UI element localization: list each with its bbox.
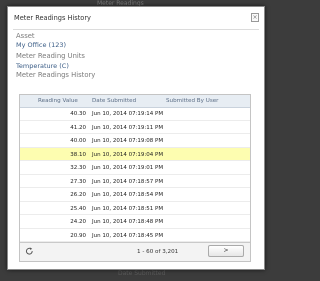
date-submitted-cell: Jun 10, 2014 07:19:04 PM <box>92 151 164 158</box>
reading-value-cell: 41.20 <box>70 124 86 131</box>
reading-value-cell: 27.30 <box>70 178 86 185</box>
column-header-submitted-by[interactable]: Submitted By User <box>166 98 218 104</box>
reading-value-cell: 38.10 <box>70 151 86 158</box>
table-row[interactable]: 40.30 Jun 10, 2014 07:19:14 PM <box>20 107 250 121</box>
table-row[interactable]: 26.20 Jun 10, 2014 07:18:54 PM <box>20 188 250 202</box>
reading-value-cell: 40.00 <box>70 138 86 144</box>
table-row[interactable]: 38.10 Jun 10, 2014 07:19:04 PM <box>20 147 250 161</box>
date-submitted-cell: Jun 10, 2014 07:18:45 PM <box>92 232 164 239</box>
grid-footer: 1 - 60 of 3,201 > <box>20 242 250 261</box>
date-submitted-cell: Jun 10, 2014 07:19:11 PM <box>92 124 164 131</box>
close-icon[interactable]: × <box>251 13 259 22</box>
reading-value-cell: 32.30 <box>70 165 86 171</box>
column-header-date-submitted[interactable]: Date Submitted <box>92 98 136 104</box>
next-page-button[interactable]: > <box>208 245 244 257</box>
title-divider <box>13 29 259 30</box>
reading-value-cell: 26.20 <box>70 192 86 198</box>
dialog-title: Meter Readings History <box>14 14 91 22</box>
date-submitted-cell: Jun 10, 2014 07:19:08 PM <box>92 138 164 144</box>
date-submitted-cell: Jun 10, 2014 07:18:48 PM <box>92 219 164 225</box>
reading-value-cell: 20.90 <box>70 232 86 239</box>
reading-value-cell: 40.30 <box>70 111 86 117</box>
dialog-content: Asset My Office (123) Meter Reading Unit… <box>13 31 259 265</box>
table-row[interactable]: 32.30 Jun 10, 2014 07:19:01 PM <box>20 161 250 175</box>
reading-value-cell: 25.40 <box>70 205 86 212</box>
date-submitted-cell: Jun 10, 2014 07:18:54 PM <box>92 192 164 198</box>
readings-grid: Reading Value Date Submitted Submitted B… <box>19 94 251 262</box>
date-submitted-cell: Jun 10, 2014 07:19:14 PM <box>92 111 164 117</box>
table-row[interactable]: 40.00 Jun 10, 2014 07:19:08 PM <box>20 134 250 148</box>
asset-label: Asset <box>16 32 35 40</box>
table-row[interactable]: 24.20 Jun 10, 2014 07:18:48 PM <box>20 215 250 229</box>
refresh-icon[interactable] <box>25 247 34 256</box>
units-label: Meter Reading Units <box>16 52 85 60</box>
units-value: Temperature (C) <box>16 62 69 70</box>
table-row[interactable]: 20.90 Jun 10, 2014 07:18:45 PM <box>20 229 250 242</box>
table-row[interactable]: 27.30 Jun 10, 2014 07:18:57 PM <box>20 175 250 188</box>
history-label: Meter Readings History <box>16 71 96 79</box>
column-header-reading-value[interactable]: Reading Value <box>38 98 78 104</box>
table-row[interactable]: 41.20 Jun 10, 2014 07:19:11 PM <box>20 121 250 134</box>
reading-value-cell: 24.20 <box>70 219 86 225</box>
date-submitted-cell: Jun 10, 2014 07:18:57 PM <box>92 178 164 185</box>
pager-status: 1 - 60 of 3,201 <box>137 249 179 255</box>
date-submitted-cell: Jun 10, 2014 07:18:51 PM <box>92 205 164 212</box>
table-row[interactable]: 25.40 Jun 10, 2014 07:18:51 PM <box>20 202 250 215</box>
dialog-titlebar: Meter Readings History × <box>8 7 264 29</box>
date-submitted-cell: Jun 10, 2014 07:19:01 PM <box>92 165 164 171</box>
asset-value: My Office (123) <box>16 41 67 49</box>
meter-readings-history-dialog: Meter Readings History × Asset My Office… <box>7 6 265 270</box>
grid-rows: 40.30 Jun 10, 2014 07:19:14 PM 41.20 Jun 10… <box>20 107 250 243</box>
background-column-label: Date Submitted <box>118 270 166 277</box>
